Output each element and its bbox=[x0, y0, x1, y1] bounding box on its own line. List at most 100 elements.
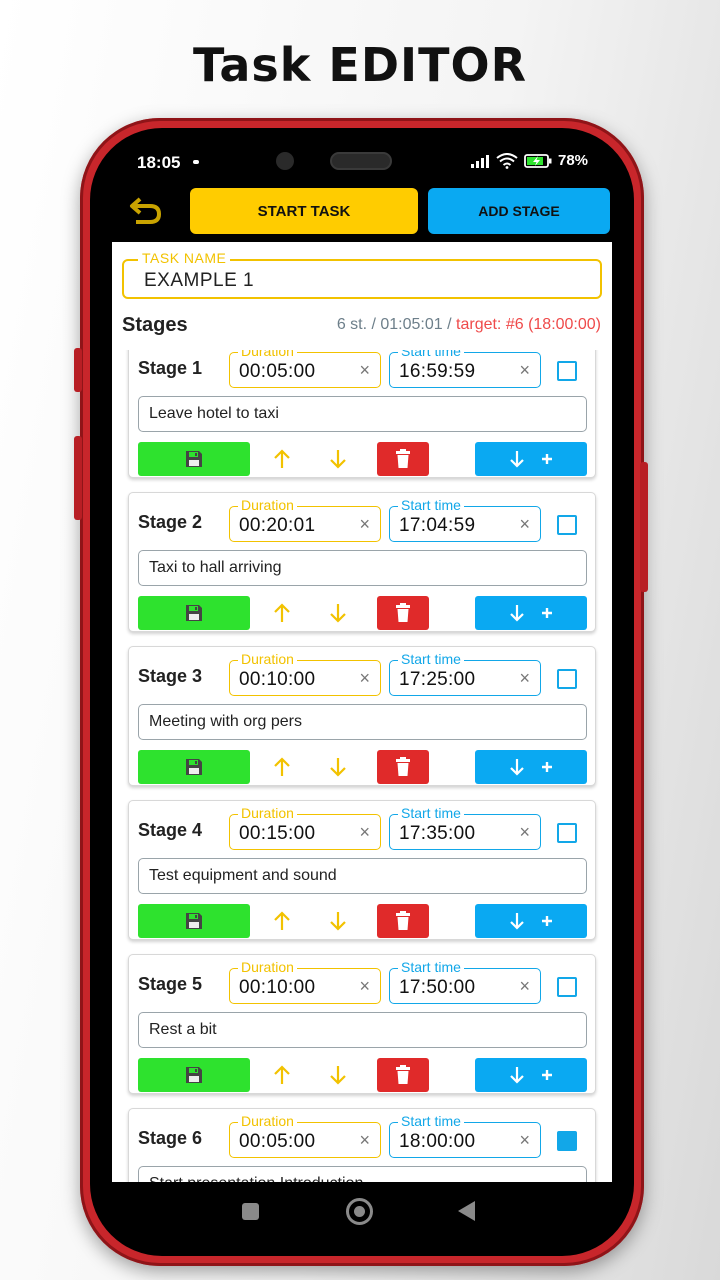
save-stage-button[interactable] bbox=[138, 904, 250, 938]
stage-description-input[interactable]: Meeting with org pers bbox=[138, 704, 587, 740]
clear-icon[interactable]: × bbox=[359, 976, 370, 997]
stage-description-input[interactable]: Start presentation Introduction bbox=[138, 1166, 587, 1182]
duration-field[interactable]: Duration 00:15:00 × bbox=[229, 805, 381, 850]
notification-dot-icon bbox=[193, 160, 199, 164]
plus-icon bbox=[542, 1070, 552, 1080]
delete-stage-button[interactable] bbox=[377, 904, 429, 938]
move-down-button[interactable] bbox=[323, 750, 353, 784]
stage-target-checkbox[interactable] bbox=[557, 515, 577, 535]
insert-stage-below-button[interactable] bbox=[475, 904, 587, 938]
add-stage-button[interactable]: ADD STAGE bbox=[428, 188, 610, 234]
undo-arrow-icon bbox=[130, 197, 162, 224]
stage-description-input[interactable]: Taxi to hall arriving bbox=[138, 550, 587, 586]
back-nav-button[interactable] bbox=[458, 1201, 475, 1221]
status-icons: 78% bbox=[470, 152, 588, 169]
insert-stage-below-button[interactable] bbox=[475, 442, 587, 476]
insert-stage-below-button[interactable] bbox=[475, 750, 587, 784]
arrow-down-icon bbox=[510, 913, 524, 930]
stage-target-checkbox[interactable] bbox=[557, 361, 577, 381]
start-time-value: 17:25:00 bbox=[399, 669, 476, 690]
delete-stage-button[interactable] bbox=[377, 1058, 429, 1092]
move-down-button[interactable] bbox=[323, 904, 353, 938]
battery-percentage: 78% bbox=[558, 152, 589, 169]
start-time-field[interactable]: Start time 17:50:00 × bbox=[389, 959, 541, 1004]
stage-target-checkbox[interactable] bbox=[557, 669, 577, 689]
duration-field[interactable]: Duration 00:20:01 × bbox=[229, 497, 381, 542]
duration-value: 00:10:00 bbox=[239, 669, 316, 690]
arrow-up-icon bbox=[274, 603, 290, 622]
home-button[interactable] bbox=[346, 1198, 373, 1225]
start-time-field[interactable]: Start time 17:35:00 × bbox=[389, 805, 541, 850]
delete-stage-button[interactable] bbox=[377, 442, 429, 476]
plus-icon bbox=[542, 762, 552, 772]
save-stage-button[interactable] bbox=[138, 1058, 250, 1092]
move-up-button[interactable] bbox=[267, 442, 297, 476]
start-time-field[interactable]: Start time 16:59:59 × bbox=[389, 350, 541, 388]
duration-label: Duration bbox=[238, 1113, 297, 1129]
duration-value: 00:15:00 bbox=[239, 823, 316, 844]
duration-field[interactable]: Duration 00:10:00 × bbox=[229, 959, 381, 1004]
save-stage-button[interactable] bbox=[138, 442, 250, 476]
arrow-down-icon bbox=[330, 1066, 346, 1085]
delete-stage-button[interactable] bbox=[377, 596, 429, 630]
trash-icon bbox=[396, 603, 410, 622]
arrow-down-icon bbox=[330, 604, 346, 623]
floppy-disk-icon bbox=[186, 759, 202, 775]
recent-apps-button[interactable] bbox=[242, 1203, 259, 1220]
clear-icon[interactable]: × bbox=[519, 822, 530, 843]
save-stage-button[interactable] bbox=[138, 750, 250, 784]
task-name-field[interactable]: TASK NAME EXAMPLE 1 bbox=[122, 250, 602, 299]
stage-label: Stage 2 bbox=[138, 512, 203, 532]
clear-icon[interactable]: × bbox=[519, 668, 530, 689]
start-time-label: Start time bbox=[398, 959, 464, 975]
move-up-button[interactable] bbox=[267, 1058, 297, 1092]
plus-icon bbox=[542, 608, 552, 618]
move-down-button[interactable] bbox=[323, 1058, 353, 1092]
clear-icon[interactable]: × bbox=[359, 1130, 370, 1151]
move-down-button[interactable] bbox=[323, 442, 353, 476]
clear-icon[interactable]: × bbox=[519, 514, 530, 535]
start-time-label: Start time bbox=[398, 497, 464, 513]
stage-description-input[interactable]: Test equipment and sound bbox=[138, 858, 587, 894]
move-up-button[interactable] bbox=[267, 750, 297, 784]
stage-description-input[interactable]: Rest a bit bbox=[138, 1012, 587, 1048]
clear-icon[interactable]: × bbox=[359, 822, 370, 843]
insert-stage-below-button[interactable] bbox=[475, 596, 587, 630]
clear-icon[interactable]: × bbox=[359, 668, 370, 689]
clear-icon[interactable]: × bbox=[519, 360, 530, 381]
phone-side-button bbox=[74, 348, 82, 392]
start-time-field[interactable]: Start time 18:00:00 × bbox=[389, 1113, 541, 1158]
clear-icon[interactable]: × bbox=[519, 1130, 530, 1151]
plus-icon bbox=[542, 916, 552, 926]
duration-value: 00:10:00 bbox=[239, 977, 316, 998]
task-name-label: TASK NAME bbox=[138, 250, 231, 266]
stage-description-input[interactable]: Leave hotel to taxi bbox=[138, 396, 587, 432]
duration-field[interactable]: Duration 00:05:00 × bbox=[229, 350, 381, 388]
move-down-button[interactable] bbox=[323, 596, 353, 630]
insert-stage-below-button[interactable] bbox=[475, 1058, 587, 1092]
move-up-button[interactable] bbox=[267, 904, 297, 938]
start-time-value: 17:35:00 bbox=[399, 823, 476, 844]
stages-title: Stages bbox=[122, 314, 188, 336]
stages-list[interactable]: Stage 1 Duration 00:05:00 × Start time 1… bbox=[112, 350, 612, 1182]
delete-stage-button[interactable] bbox=[377, 750, 429, 784]
start-time-field[interactable]: Start time 17:25:00 × bbox=[389, 651, 541, 696]
floppy-disk-icon bbox=[186, 451, 202, 467]
stage-target-checkbox[interactable] bbox=[557, 823, 577, 843]
save-stage-button[interactable] bbox=[138, 596, 250, 630]
stage-target-checkbox[interactable] bbox=[557, 977, 577, 997]
duration-field[interactable]: Duration 00:05:00 × bbox=[229, 1113, 381, 1158]
start-task-button[interactable]: START TASK bbox=[190, 188, 418, 234]
clear-icon[interactable]: × bbox=[519, 976, 530, 997]
clear-icon[interactable]: × bbox=[359, 360, 370, 381]
back-button[interactable] bbox=[128, 196, 164, 226]
arrow-up-icon bbox=[274, 757, 290, 776]
move-up-button[interactable] bbox=[267, 596, 297, 630]
clear-icon[interactable]: × bbox=[359, 514, 370, 535]
start-time-field[interactable]: Start time 17:04:59 × bbox=[389, 497, 541, 542]
status-time: 18:05 bbox=[137, 153, 181, 172]
start-time-label: Start time bbox=[398, 350, 464, 359]
stage-target-checkbox[interactable] bbox=[557, 1131, 577, 1151]
duration-field[interactable]: Duration 00:10:00 × bbox=[229, 651, 381, 696]
arrow-down-icon bbox=[330, 912, 346, 931]
